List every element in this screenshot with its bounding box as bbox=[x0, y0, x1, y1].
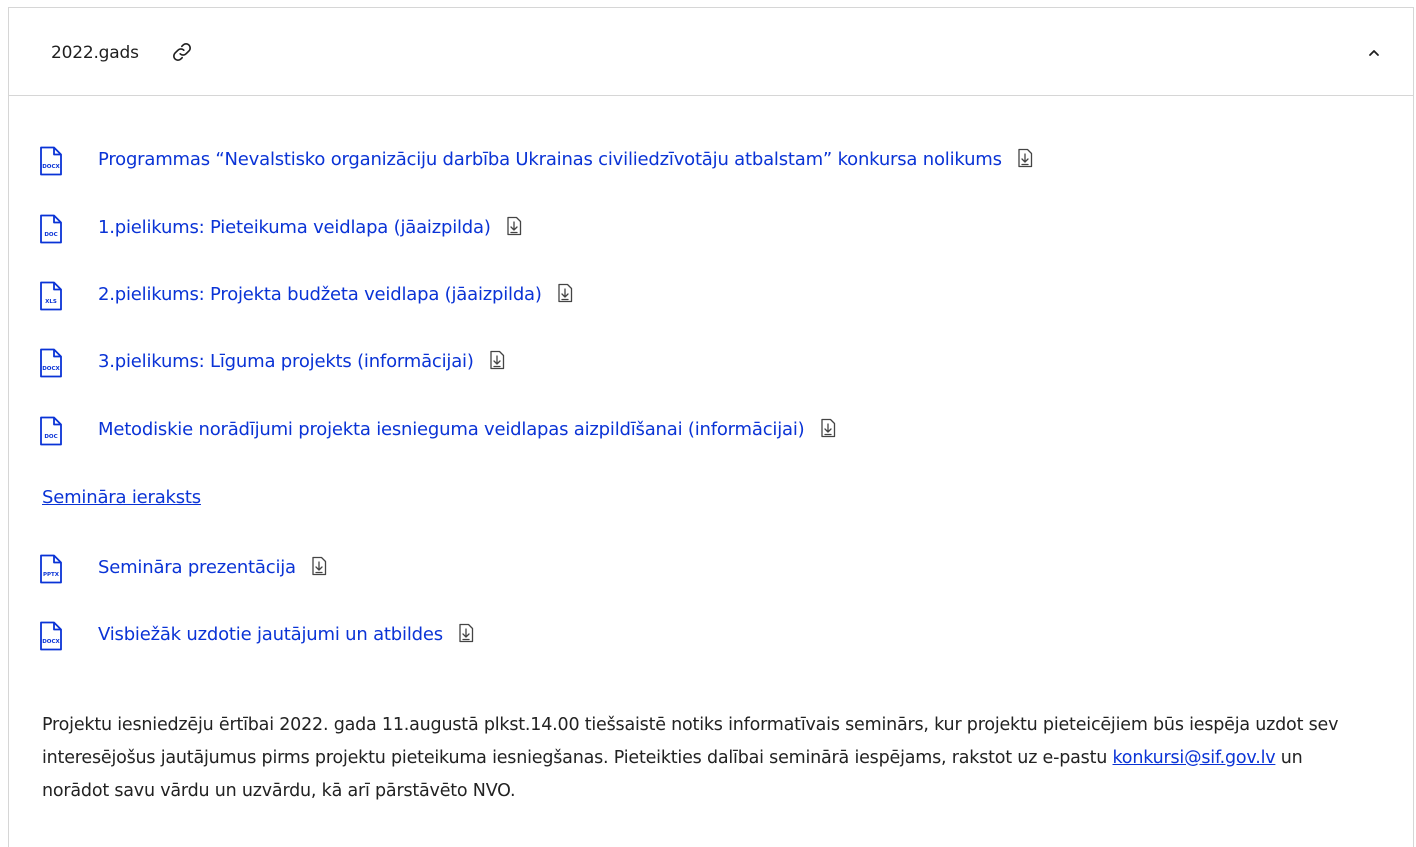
doc-file-icon: DOC bbox=[40, 416, 62, 446]
download-icon bbox=[558, 283, 573, 303]
download-icon bbox=[312, 556, 327, 576]
document-label: Metodiskie norādījumi projekta iesniegum… bbox=[98, 419, 805, 440]
document-link[interactable]: 1.pielikums: Pieteikuma veidlapa (jāaizp… bbox=[98, 216, 524, 238]
download-icon bbox=[490, 350, 505, 370]
document-label: 3.pielikums: Līguma projekts (informācij… bbox=[98, 351, 474, 372]
link-icon[interactable] bbox=[171, 41, 193, 63]
document-link[interactable]: 3.pielikums: Līguma projekts (informācij… bbox=[98, 350, 507, 372]
document-link[interactable]: Semināra prezentācija bbox=[98, 556, 329, 578]
doc-file-icon: DOC bbox=[40, 214, 62, 244]
pptx-file-icon: PPTX bbox=[40, 554, 62, 584]
document-label: Semināra prezentācija bbox=[98, 557, 296, 578]
accordion-section: 2022.gads DOCX Programmas “Nevalstisko o… bbox=[8, 7, 1414, 847]
accordion-header[interactable]: 2022.gads bbox=[9, 8, 1413, 96]
download-icon bbox=[821, 418, 836, 438]
document-label: 2.pielikums: Projekta budžeta veidlapa (… bbox=[98, 284, 542, 305]
svg-text:XLS: XLS bbox=[45, 299, 57, 305]
download-icon bbox=[507, 216, 522, 236]
docx-file-icon: DOCX bbox=[40, 621, 62, 651]
svg-text:DOC: DOC bbox=[44, 232, 57, 238]
svg-text:DOC: DOC bbox=[44, 434, 57, 440]
document-link[interactable]: Metodiskie norādījumi projekta iesniegum… bbox=[98, 418, 838, 440]
xls-file-icon: XLS bbox=[40, 281, 62, 311]
svg-text:DOCX: DOCX bbox=[42, 366, 60, 372]
svg-text:DOCX: DOCX bbox=[42, 164, 60, 170]
email-link[interactable]: konkursi@sif.gov.lv bbox=[1113, 748, 1276, 768]
docx-file-icon: DOCX bbox=[40, 348, 62, 378]
docx-file-icon: DOCX bbox=[40, 146, 62, 176]
document-link[interactable]: 2.pielikums: Projekta budžeta veidlapa (… bbox=[98, 283, 575, 305]
chevron-up-icon[interactable] bbox=[1367, 46, 1381, 60]
svg-text:DOCX: DOCX bbox=[42, 639, 60, 645]
seminar-recording-link[interactable]: Semināra ieraksts bbox=[42, 487, 201, 508]
section-title: 2022.gads bbox=[51, 43, 139, 63]
info-paragraph: Projektu iesniedzēju ērtībai 2022. gada … bbox=[42, 709, 1362, 808]
document-label: Programmas “Nevalstisko organizāciju dar… bbox=[98, 149, 1002, 170]
document-label: Visbiežāk uzdotie jautājumi un atbildes bbox=[98, 624, 443, 645]
download-icon bbox=[1018, 148, 1033, 168]
document-label: 1.pielikums: Pieteikuma veidlapa (jāaizp… bbox=[98, 217, 491, 238]
document-link[interactable]: Programmas “Nevalstisko organizāciju dar… bbox=[98, 148, 1035, 170]
download-icon bbox=[459, 623, 474, 643]
document-link[interactable]: Visbiežāk uzdotie jautājumi un atbildes bbox=[98, 623, 476, 645]
svg-text:PPTX: PPTX bbox=[43, 572, 60, 578]
